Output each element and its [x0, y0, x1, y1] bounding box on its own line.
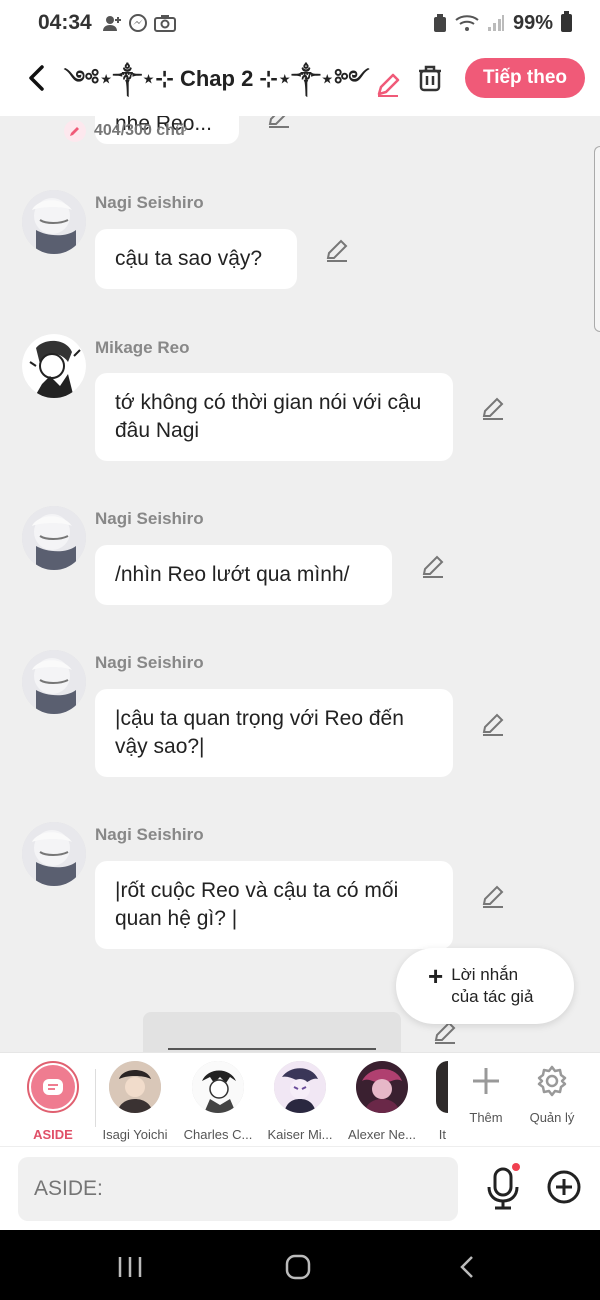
- system-nav-bar: [0, 1230, 600, 1300]
- microphone-icon[interactable]: [484, 1167, 524, 1211]
- back-icon: [460, 1256, 473, 1278]
- character-item[interactable]: Charles C...: [178, 1061, 258, 1142]
- camera-icon: [153, 15, 176, 32]
- aside-avatar: [27, 1061, 79, 1113]
- message-input-bar: [0, 1146, 600, 1230]
- word-count: 404/300 chữ: [94, 122, 187, 139]
- recording-indicator: [512, 1163, 520, 1171]
- recent-apps-icon: [118, 1257, 142, 1277]
- home-icon: [285, 1254, 311, 1280]
- manage-characters-button[interactable]: Quản lý: [512, 1065, 592, 1125]
- sender-name: Nagi Seishiro: [95, 825, 204, 844]
- edit-message-icon[interactable]: [480, 396, 506, 422]
- aside-divider: [168, 1048, 376, 1050]
- message-bubble[interactable]: |rốt cuộc Reo và cậu ta có mối quan hệ g…: [95, 861, 453, 949]
- chapter-title: ༺⋆༒⋆⊹ Chap 2 ⊹⋆༒⋆༻: [64, 66, 370, 91]
- character-avatar: [109, 1061, 161, 1113]
- character-item[interactable]: Isagi Yoichi: [95, 1061, 175, 1142]
- recent-apps-button[interactable]: [115, 1252, 145, 1282]
- avatar-nagi[interactable]: [22, 190, 86, 254]
- status-time: 04:34: [38, 11, 92, 34]
- sender-name: Nagi Seishiro: [95, 509, 204, 528]
- message-text: /nhìn Reo lướt qua mình/: [115, 563, 350, 586]
- chat-area[interactable]: nhe Reo... Nagi Seishiro cậu ta sao vậy?…: [0, 116, 600, 1052]
- recycle-icon: [433, 14, 446, 32]
- next-button[interactable]: Tiếp theo: [465, 58, 585, 98]
- avatar-reo[interactable]: [22, 334, 86, 398]
- system-back-button[interactable]: [452, 1252, 482, 1282]
- character-label: It: [438, 1127, 446, 1142]
- character-label: ASIDE: [33, 1127, 73, 1142]
- delete-button[interactable]: [412, 60, 448, 96]
- message-text: |cậu ta quan trọng với Reo đến vậy sao?|: [115, 707, 404, 758]
- message-input[interactable]: [18, 1157, 458, 1221]
- character-bar: ASIDE Isagi Yoichi Charles C... Kaiser M…: [0, 1052, 600, 1146]
- message-text: cậu ta sao vậy?: [115, 247, 263, 270]
- character-aside[interactable]: ASIDE: [13, 1061, 93, 1142]
- avatar-nagi[interactable]: [22, 650, 86, 714]
- battery-icon: [561, 11, 572, 32]
- edit-message-icon[interactable]: [324, 238, 350, 264]
- author-note-label: Lời nhắn của tác giả: [451, 964, 533, 1008]
- character-avatar: [274, 1061, 326, 1113]
- battery-percent: 99%: [512, 11, 553, 34]
- author-note-line1: Lời nhắn: [451, 965, 519, 984]
- message-bubble[interactable]: cậu ta sao vậy?: [95, 229, 297, 289]
- message-bubble[interactable]: |cậu ta quan trọng với Reo đến vậy sao?|: [95, 689, 453, 777]
- sender-name: Nagi Seishiro: [95, 653, 204, 672]
- edit-message-icon[interactable]: [420, 554, 446, 580]
- character-label: Isagi Yoichi: [102, 1127, 168, 1142]
- plus-icon: +: [428, 961, 444, 991]
- message-bubble[interactable]: /nhìn Reo lướt qua mình/: [95, 545, 392, 605]
- status-bar: 04:34 99%: [0, 0, 600, 46]
- message-bubble[interactable]: tớ không có thời gian nói với cậu đâu Na…: [95, 373, 453, 461]
- word-count-pencil-icon: [64, 120, 86, 142]
- editor-header: ༺⋆༒⋆⊹ Chap 2 ⊹⋆༒⋆༻ 404/300 chữ Tiếp theo: [0, 46, 600, 142]
- character-label: Kaiser Mi...: [267, 1127, 333, 1142]
- author-note-button[interactable]: + Lời nhắn của tác giả: [396, 948, 574, 1024]
- edit-message-icon[interactable]: [480, 884, 506, 910]
- back-arrow-icon: [29, 65, 44, 91]
- avatar-nagi[interactable]: [22, 822, 86, 886]
- message-text: tớ không có thời gian nói với cậu đâu Na…: [115, 391, 422, 442]
- aside-message[interactable]: [143, 1012, 401, 1052]
- avatar-nagi[interactable]: [22, 506, 86, 570]
- message-text: |rốt cuộc Reo và cậu ta có mối quan hệ g…: [115, 879, 399, 930]
- character-label: Charles C...: [183, 1127, 253, 1142]
- signal-icon: [487, 15, 504, 31]
- sender-name: Nagi Seishiro: [95, 193, 204, 212]
- edit-title-icon[interactable]: [375, 72, 401, 98]
- aside-chat-icon: [43, 1079, 63, 1095]
- add-contact-icon: [102, 16, 121, 31]
- author-note-line2: của tác giả: [451, 987, 534, 1006]
- character-avatar: [356, 1061, 408, 1113]
- trash-icon: [419, 65, 441, 92]
- gear-icon: [537, 1065, 567, 1097]
- chapter-title-area[interactable]: ༺⋆༒⋆⊹ Chap 2 ⊹⋆༒⋆༻ 404/300 chữ: [64, 54, 401, 142]
- sender-name: Mikage Reo: [95, 338, 190, 357]
- edit-message-icon[interactable]: [480, 712, 506, 738]
- plus-icon: [473, 1068, 499, 1094]
- scrollbar[interactable]: [594, 146, 600, 332]
- notification-icons: [102, 13, 176, 33]
- system-icons: 99%: [433, 11, 572, 35]
- character-item[interactable]: It: [402, 1061, 448, 1142]
- wifi-icon: [455, 15, 479, 31]
- messenger-icon: [128, 14, 147, 32]
- home-button[interactable]: [283, 1252, 313, 1282]
- add-circle-icon[interactable]: [546, 1169, 582, 1205]
- character-avatar: [192, 1061, 244, 1113]
- character-item[interactable]: Kaiser Mi...: [260, 1061, 340, 1142]
- manage-label: Quản lý: [529, 1110, 575, 1125]
- back-button[interactable]: [18, 58, 54, 98]
